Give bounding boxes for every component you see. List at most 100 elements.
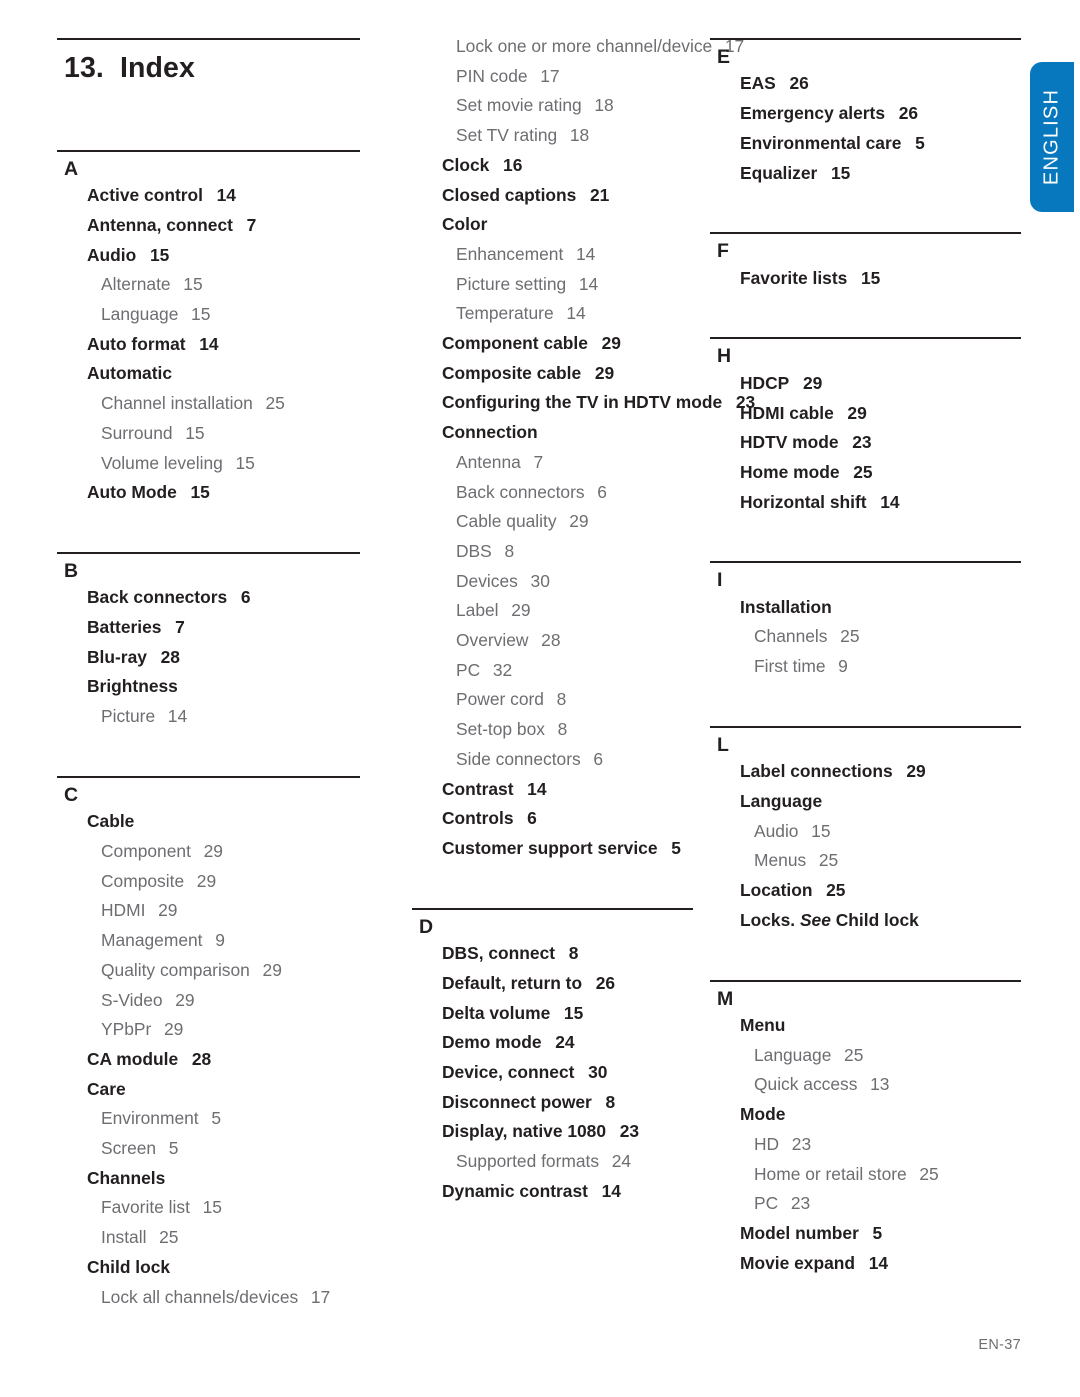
index-entry[interactable]: CA module 28 <box>57 1050 360 1081</box>
index-entry[interactable]: PC 32 <box>412 661 693 692</box>
index-entry[interactable]: Antenna, connect 7 <box>57 216 360 247</box>
index-entry[interactable]: Language 25 <box>710 1046 1021 1077</box>
index-entry[interactable]: Model number 5 <box>710 1224 1021 1255</box>
index-entry[interactable]: Auto format 14 <box>57 335 360 366</box>
index-entry[interactable]: Clock 16 <box>412 156 693 187</box>
index-entry[interactable]: Default, return to 26 <box>412 974 693 1005</box>
index-entry[interactable]: Blu-ray 28 <box>57 648 360 679</box>
index-entry[interactable]: Alternate 15 <box>57 276 360 306</box>
index-entry[interactable]: YPbPr 29 <box>57 1021 360 1051</box>
index-entry[interactable]: Active control 14 <box>57 187 360 217</box>
index-entry[interactable]: Set TV rating 18 <box>412 126 693 157</box>
index-entry[interactable]: Emergency alerts 26 <box>710 104 1021 135</box>
index-entry[interactable]: Automatic <box>57 365 360 395</box>
index-entry[interactable]: Overview 28 <box>412 631 693 662</box>
index-entry[interactable]: Color <box>412 216 693 246</box>
index-entry[interactable]: Composite 29 <box>57 872 360 903</box>
index-entry[interactable]: Install 25 <box>57 1228 360 1259</box>
index-entry[interactable]: Environmental care 5 <box>710 134 1021 165</box>
index-entry[interactable]: Disconnect power 8 <box>412 1093 693 1124</box>
index-entry[interactable]: Component cable 29 <box>412 334 693 365</box>
index-entry[interactable]: Audio 15 <box>710 822 1021 853</box>
index-entry[interactable]: Configuring the TV in HDTV mode 23 <box>412 394 755 424</box>
index-entry[interactable]: Lock all channels/devices 17 <box>57 1288 360 1319</box>
index-entry[interactable]: Menus 25 <box>710 852 1021 882</box>
index-entry[interactable]: Back connectors 6 <box>57 589 360 619</box>
index-entry[interactable]: Customer support service 5 <box>412 839 693 870</box>
index-entry[interactable]: Dynamic contrast 14 <box>412 1182 693 1213</box>
index-entry[interactable]: HDMI cable 29 <box>710 404 1021 435</box>
index-entry[interactable]: Cable quality 29 <box>412 513 693 543</box>
index-entry[interactable]: Label 29 <box>412 602 693 632</box>
index-entry[interactable]: HDCP 29 <box>710 374 1021 405</box>
index-entry[interactable]: Devices 30 <box>412 570 693 603</box>
index-entry[interactable]: Composite cable 29 <box>412 362 693 395</box>
index-entry[interactable]: Management 9 <box>57 931 360 962</box>
index-entry-page: 29 <box>594 362 615 383</box>
index-entry[interactable]: Volume leveling 15 <box>57 454 360 485</box>
index-entry-label: Devices <box>456 570 518 591</box>
index-entry[interactable]: Mode <box>710 1105 1021 1136</box>
index-entry[interactable]: Environment 5 <box>57 1110 360 1140</box>
index-entry[interactable]: Side connectors 6 <box>412 750 693 781</box>
index-entry[interactable]: Picture 14 <box>57 707 360 738</box>
index-entry[interactable]: Surround 15 <box>57 424 360 455</box>
index-entry[interactable]: Set movie rating 18 <box>412 97 693 127</box>
index-entry[interactable]: Language 15 <box>57 305 360 336</box>
index-entry[interactable]: Care <box>57 1080 360 1111</box>
index-entry[interactable]: Temperature 14 <box>412 305 693 335</box>
index-entry[interactable]: Demo mode 24 <box>412 1034 693 1064</box>
index-entry[interactable]: Channels <box>57 1169 360 1200</box>
index-entry[interactable]: Channel installation 25 <box>57 394 360 425</box>
index-entry[interactable]: Label connections 29 <box>710 763 1021 793</box>
index-entry[interactable]: Supported formats 24 <box>412 1152 693 1183</box>
index-entry[interactable]: Locks. See Child lock <box>710 911 1021 942</box>
index-entry[interactable]: HD 23 <box>710 1135 1021 1166</box>
index-entry[interactable]: Location 25 <box>710 881 1021 912</box>
index-entry[interactable]: Equalizer 15 <box>710 164 1021 195</box>
index-entry[interactable]: Lock one or more channel/device 17 <box>412 37 744 68</box>
index-entry[interactable]: HDTV mode 23 <box>710 434 1021 464</box>
index-entry[interactable]: Movie expand 14 <box>710 1254 1021 1285</box>
index-entry[interactable]: Audio 15 <box>57 246 360 277</box>
index-entry[interactable]: Connection <box>412 423 693 454</box>
index-entry[interactable]: Enhancement 14 <box>412 245 693 276</box>
index-entry[interactable]: Picture setting 14 <box>412 275 693 306</box>
index-entry[interactable]: Child lock <box>57 1258 360 1289</box>
index-entry[interactable]: Favorite lists 15 <box>710 269 1021 300</box>
index-entry[interactable]: Component 29 <box>57 842 360 873</box>
index-entry[interactable]: Cable <box>57 813 360 843</box>
index-entry[interactable]: PIN code 17 <box>412 67 693 98</box>
index-entry[interactable]: Favorite list 15 <box>57 1199 360 1229</box>
index-entry[interactable]: Home or retail store 25 <box>710 1165 1021 1196</box>
index-entry[interactable]: PC 23 <box>710 1195 1021 1225</box>
index-entry[interactable]: Quick access 13 <box>710 1076 1021 1106</box>
index-entry[interactable]: First time 9 <box>710 657 1021 688</box>
index-entry[interactable]: Channels 25 <box>710 628 1021 658</box>
index-entry[interactable]: Horizontal shift 14 <box>710 493 1021 524</box>
index-entry[interactable]: Auto Mode 15 <box>57 484 360 514</box>
index-entry[interactable]: Installation <box>710 598 1021 629</box>
index-entry[interactable]: Closed captions 21 <box>412 186 693 217</box>
index-entry[interactable]: Antenna 7 <box>412 453 693 484</box>
index-entry[interactable]: Brightness <box>57 678 360 708</box>
index-entry[interactable]: Menu <box>710 1016 1021 1047</box>
index-entry[interactable]: DBS 8 <box>412 542 693 573</box>
index-entry[interactable]: Display, native 1080 23 <box>412 1123 693 1153</box>
index-entry[interactable]: S-Video 29 <box>57 991 360 1022</box>
index-entry[interactable]: Device, connect 30 <box>412 1063 693 1094</box>
index-entry[interactable]: Delta volume 15 <box>412 1004 693 1035</box>
index-entry[interactable]: Set-top box 8 <box>412 720 693 751</box>
index-entry[interactable]: HDMI 29 <box>57 902 360 932</box>
index-entry[interactable]: Contrast 14 <box>412 780 693 811</box>
index-entry[interactable]: EAS 26 <box>710 75 1021 105</box>
index-entry[interactable]: Controls 6 <box>412 810 693 840</box>
index-entry[interactable]: Quality comparison 29 <box>57 961 360 992</box>
index-entry[interactable]: Power cord 8 <box>412 691 693 721</box>
index-entry[interactable]: Back connectors 6 <box>412 483 693 514</box>
index-entry[interactable]: Language <box>710 792 1021 823</box>
index-entry[interactable]: DBS, connect 8 <box>412 944 693 975</box>
index-entry[interactable]: Batteries 7 <box>57 618 360 649</box>
index-entry[interactable]: Home mode 25 <box>710 463 1021 494</box>
index-entry[interactable]: Screen 5 <box>57 1139 360 1170</box>
